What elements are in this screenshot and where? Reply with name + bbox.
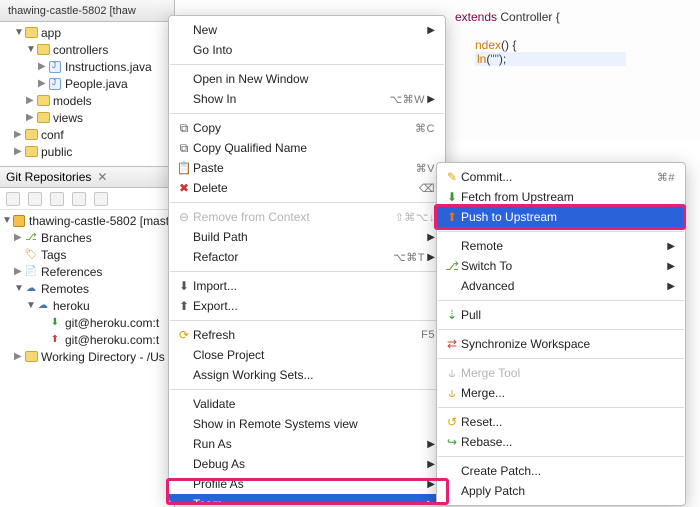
menu-refactor[interactable]: Refactor⌥⌘T [169, 247, 445, 267]
menu-remove-context: ⊖Remove from Context⇧⌘⌥↓ [169, 207, 445, 227]
git-tool-2[interactable] [28, 192, 42, 206]
project-explorer-tabbar: thawing-castle-5802 [thaw [0, 0, 174, 22]
menu-copy[interactable]: ⧉Copy⌘C [169, 118, 445, 138]
tree-models[interactable]: models [0, 92, 174, 109]
fetch-icon: ⬇ [443, 189, 461, 205]
sync-icon: ⇄ [443, 336, 461, 352]
refresh-icon: ⟳ [175, 327, 193, 343]
menu-show-in[interactable]: Show In⌥⌘W [169, 89, 445, 109]
menu-separator [438, 300, 684, 301]
tree-app[interactable]: app [0, 24, 174, 41]
export-icon: ⬆ [175, 298, 193, 314]
menu-validate[interactable]: Validate [169, 394, 445, 414]
reset-icon: ↺ [443, 414, 461, 430]
menu-separator [170, 271, 444, 272]
menu-show-remote-systems[interactable]: Show in Remote Systems view [169, 414, 445, 434]
submenu-rebase[interactable]: ↪Rebase... [437, 432, 685, 452]
submenu-sync-workspace[interactable]: ⇄Synchronize Workspace [437, 334, 685, 354]
git-repositories-tab[interactable]: Git Repositories ✕ [0, 166, 174, 188]
delete-icon: ✖ [175, 180, 193, 196]
menu-separator [170, 64, 444, 65]
menu-delete[interactable]: ✖Delete⌫ [169, 178, 445, 198]
tree-conf[interactable]: conf [0, 126, 174, 143]
git-tree: thawing-castle-5802 [mast ⎇Branches 🏷Tag… [0, 210, 174, 371]
menu-separator [438, 358, 684, 359]
menu-separator [170, 202, 444, 203]
submenu-remote[interactable]: Remote [437, 236, 685, 256]
menu-refresh[interactable]: ⟳RefreshF5 [169, 325, 445, 345]
submenu-push-upstream[interactable]: ⬆Push to Upstream [437, 207, 685, 227]
git-push-url[interactable]: ⬆git@heroku.com:t [0, 331, 174, 348]
menu-separator [170, 320, 444, 321]
git-tags[interactable]: 🏷Tags [0, 246, 174, 263]
menu-separator [438, 456, 684, 457]
menu-import[interactable]: ⬇Import... [169, 276, 445, 296]
merge-tool-icon: ⫝ [443, 365, 461, 381]
menu-new[interactable]: New [169, 20, 445, 40]
git-branches[interactable]: ⎇Branches [0, 229, 174, 246]
team-submenu: ✎Commit...⌘# ⬇Fetch from Upstream ⬆Push … [436, 162, 686, 506]
git-remote-heroku[interactable]: ☁heroku [0, 297, 174, 314]
import-icon: ⬇ [175, 278, 193, 294]
menu-separator [170, 113, 444, 114]
git-repo[interactable]: thawing-castle-5802 [mast [0, 212, 174, 229]
git-fetch-url[interactable]: ⬇git@heroku.com:t [0, 314, 174, 331]
submenu-pull[interactable]: ⇣Pull [437, 305, 685, 325]
tree-people[interactable]: People.java [0, 75, 174, 92]
git-toolbar [0, 188, 174, 210]
project-tree: app controllers Instructions.java People… [0, 22, 174, 166]
copy-icon: ⧉ [175, 120, 193, 136]
menu-separator [438, 329, 684, 330]
git-working-dir[interactable]: Working Directory - /Us [0, 348, 174, 365]
menu-close-project[interactable]: Close Project [169, 345, 445, 365]
submenu-merge-tool: ⫝Merge Tool [437, 363, 685, 383]
merge-icon: ⫝ [443, 385, 461, 401]
tree-public[interactable]: public [0, 143, 174, 160]
menu-separator [170, 389, 444, 390]
tree-controllers[interactable]: controllers [0, 41, 174, 58]
menu-export[interactable]: ⬆Export... [169, 296, 445, 316]
context-menu: New Go Into Open in New Window Show In⌥⌘… [168, 15, 446, 503]
submenu-create-patch[interactable]: Create Patch... [437, 461, 685, 481]
menu-profile-as[interactable]: Profile As [169, 474, 445, 494]
menu-separator [438, 407, 684, 408]
git-tool-1[interactable] [6, 192, 20, 206]
push-icon: ⬆ [443, 209, 461, 225]
submenu-commit[interactable]: ✎Commit...⌘# [437, 167, 685, 187]
git-remotes[interactable]: ☁Remotes [0, 280, 174, 297]
switch-icon: ⎇ [443, 258, 461, 274]
submenu-apply-patch[interactable]: Apply Patch [437, 481, 685, 501]
submenu-advanced[interactable]: Advanced [437, 276, 685, 296]
menu-paste[interactable]: 📋Paste⌘V [169, 158, 445, 178]
menu-copy-qualified[interactable]: ⧉Copy Qualified Name [169, 138, 445, 158]
menu-open-new-window[interactable]: Open in New Window [169, 69, 445, 89]
paste-icon: 📋 [175, 160, 193, 176]
git-repositories-label: Git Repositories [6, 170, 91, 184]
menu-build-path[interactable]: Build Path [169, 227, 445, 247]
menu-debug-as[interactable]: Debug As [169, 454, 445, 474]
tree-instructions[interactable]: Instructions.java [0, 58, 174, 75]
tree-views[interactable]: views [0, 109, 174, 126]
git-tool-5[interactable] [94, 192, 108, 206]
git-tool-3[interactable] [50, 192, 64, 206]
menu-team[interactable]: Team [169, 494, 445, 503]
submenu-merge[interactable]: ⫝Merge... [437, 383, 685, 403]
submenu-switch-to[interactable]: ⎇Switch To [437, 256, 685, 276]
close-icon[interactable]: ✕ [97, 170, 107, 184]
menu-assign-ws[interactable]: Assign Working Sets... [169, 365, 445, 385]
submenu-reset[interactable]: ↺Reset... [437, 412, 685, 432]
commit-icon: ✎ [443, 169, 461, 185]
git-tool-4[interactable] [72, 192, 86, 206]
menu-separator [438, 231, 684, 232]
pull-icon: ⇣ [443, 307, 461, 323]
menu-run-as[interactable]: Run As [169, 434, 445, 454]
rebase-icon: ↪ [443, 434, 461, 450]
project-explorer-tab[interactable]: thawing-castle-5802 [thaw [0, 2, 144, 20]
git-references[interactable]: 📄References [0, 263, 174, 280]
copy-icon: ⧉ [175, 140, 193, 156]
submenu-fetch-upstream[interactable]: ⬇Fetch from Upstream [437, 187, 685, 207]
menu-go-into[interactable]: Go Into [169, 40, 445, 60]
left-panel: thawing-castle-5802 [thaw app controller… [0, 0, 175, 507]
